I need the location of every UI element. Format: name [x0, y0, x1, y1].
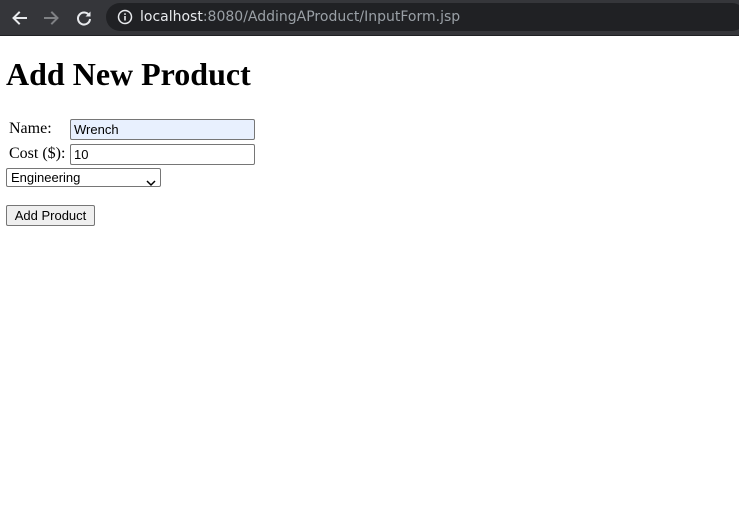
- back-arrow-icon[interactable]: [7, 6, 31, 30]
- category-select[interactable]: Engineering: [6, 168, 161, 187]
- category-select-value: Engineering: [11, 170, 81, 185]
- name-label: Name:: [9, 120, 52, 137]
- url-path: :8080/AddingAProduct/InputForm.jsp: [202, 9, 461, 25]
- name-input[interactable]: [70, 119, 255, 140]
- url-host: localhost: [140, 9, 203, 25]
- forward-arrow-icon[interactable]: [40, 6, 64, 30]
- cost-label: Cost ($):: [9, 145, 66, 162]
- address-bar[interactable]: localhost:8080/AddingAProduct/InputForm.…: [106, 3, 739, 31]
- info-icon[interactable]: [117, 9, 133, 25]
- cost-input[interactable]: [70, 144, 255, 165]
- page-title: Add New Product: [6, 56, 251, 92]
- browser-toolbar: localhost:8080/AddingAProduct/InputForm.…: [0, 0, 739, 36]
- address-bar-url: localhost:8080/AddingAProduct/InputForm.…: [140, 8, 460, 26]
- page-content: Add New Product Name: Cost ($): Engineer…: [0, 36, 739, 532]
- add-product-button[interactable]: Add Product: [6, 205, 95, 226]
- reload-icon[interactable]: [72, 6, 96, 30]
- chevron-down-icon: [146, 174, 156, 191]
